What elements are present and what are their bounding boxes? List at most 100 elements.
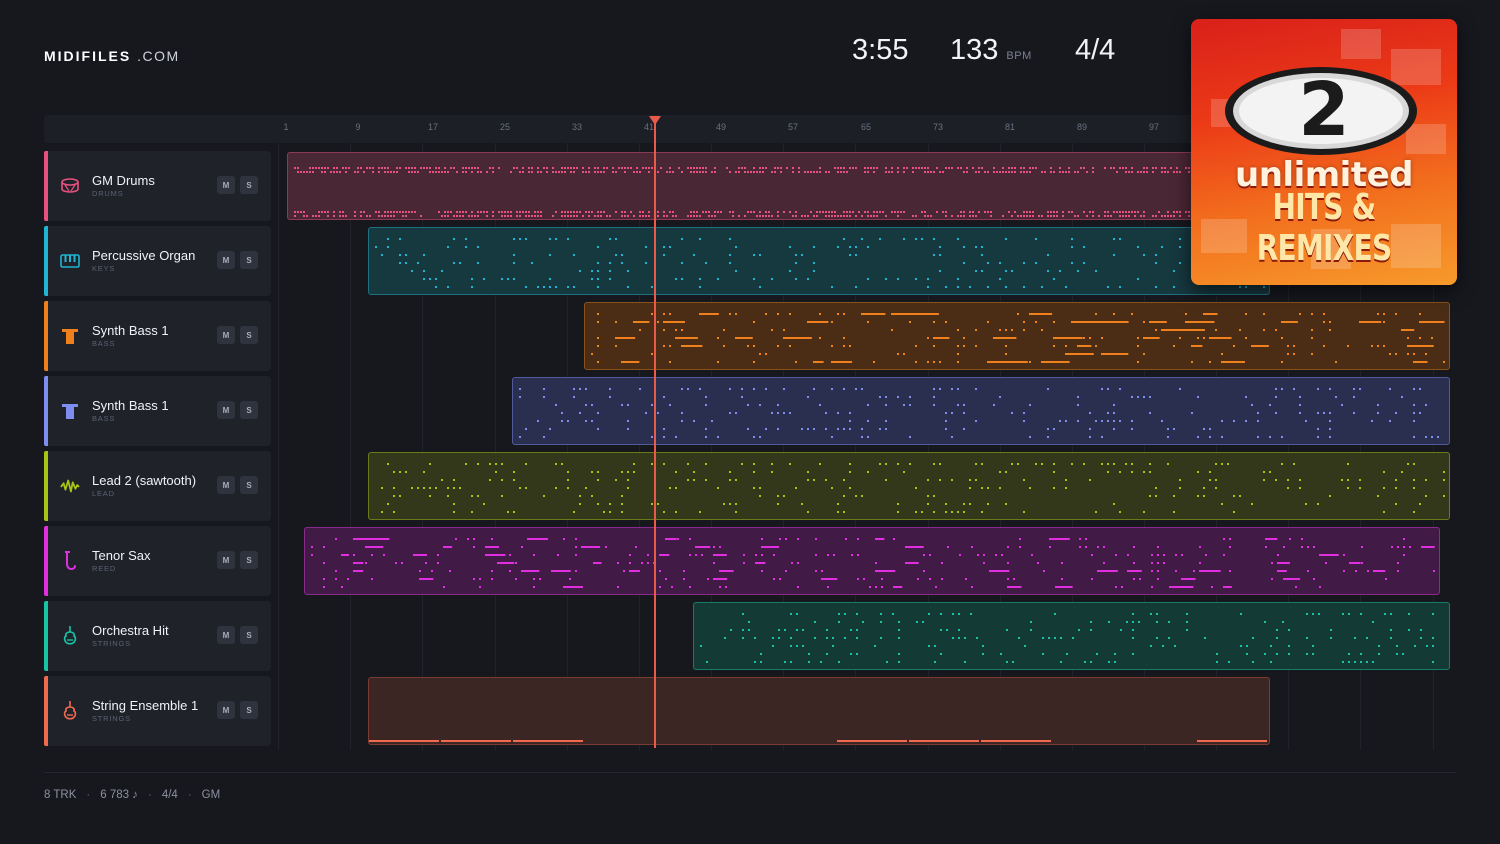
midi-note — [369, 215, 371, 217]
midi-note — [411, 487, 413, 489]
midi-note — [1146, 167, 1148, 169]
midi-note — [789, 345, 791, 347]
track-header-string-ensemble-1[interactable]: String Ensemble 1 STRINGS M S — [44, 676, 271, 746]
track-header-synth-bass-1-b[interactable]: Synth Bass 1 BASS M S — [44, 376, 271, 446]
midi-note — [729, 503, 731, 505]
midi-note — [341, 554, 350, 556]
clip-string-ensemble[interactable] — [368, 677, 1270, 745]
midi-note — [729, 254, 731, 256]
midi-note — [477, 171, 479, 173]
midi-note — [395, 562, 397, 564]
midi-note — [1413, 388, 1415, 390]
midi-note — [723, 503, 725, 505]
midi-note — [759, 487, 761, 489]
midi-note — [1119, 420, 1121, 422]
midi-note — [1251, 345, 1269, 347]
solo-button[interactable]: S — [240, 626, 258, 644]
midi-note — [876, 211, 878, 213]
midi-note — [711, 420, 713, 422]
clip-lead-sawtooth[interactable] — [368, 452, 1450, 520]
midi-note — [833, 554, 835, 556]
midi-note — [717, 436, 719, 438]
clip-percussive-organ[interactable] — [368, 227, 1270, 295]
mute-button[interactable]: M — [217, 701, 235, 719]
midi-note — [1116, 211, 1118, 213]
clip-synth-bass-orange[interactable] — [584, 302, 1450, 370]
midi-note — [1174, 645, 1176, 647]
track-header-percussive-organ[interactable]: Percussive Organ KEYS M S — [44, 226, 271, 296]
midi-note — [957, 286, 959, 288]
midi-note — [510, 211, 512, 213]
midi-note — [1091, 578, 1093, 580]
mute-button[interactable]: M — [217, 251, 235, 269]
midi-note — [1170, 167, 1172, 169]
mute-button[interactable]: M — [217, 176, 235, 194]
midi-note — [978, 167, 980, 169]
solo-button[interactable]: S — [240, 401, 258, 419]
clip-notes — [381, 463, 1445, 513]
midi-note — [429, 487, 431, 489]
track-category: STRINGS — [92, 714, 131, 723]
midi-note — [857, 554, 859, 556]
track-header-lead-2-sawtooth[interactable]: Lead 2 (sawtooth) LEAD M S — [44, 451, 271, 521]
midi-note — [1131, 167, 1133, 169]
midi-note — [957, 388, 959, 390]
midi-note — [621, 211, 623, 213]
midi-note — [1110, 215, 1112, 217]
solo-button[interactable]: S — [240, 176, 258, 194]
midi-note — [936, 167, 938, 169]
midi-note — [759, 167, 761, 169]
midi-note — [759, 353, 761, 355]
midi-note — [719, 586, 721, 588]
track-header-orchestra-hit[interactable]: Orchestra Hit STRINGS M S — [44, 601, 271, 671]
midi-note — [315, 167, 317, 169]
mute-button[interactable]: M — [217, 551, 235, 569]
track-header-gm-drums[interactable]: GM Drums DRUMS M S — [44, 151, 271, 221]
midi-note — [981, 487, 983, 489]
midi-note — [711, 215, 713, 217]
clip-tenor-sax[interactable] — [304, 527, 1440, 595]
track-header-synth-bass-1[interactable]: Synth Bass 1 BASS M S — [44, 301, 271, 371]
midi-note — [1377, 412, 1379, 414]
midi-note — [1173, 511, 1175, 513]
clip-orchestra-hit[interactable] — [693, 602, 1450, 670]
midi-note — [929, 578, 931, 580]
midi-note — [777, 313, 779, 315]
midi-note — [1209, 436, 1211, 438]
clip-gm-drums[interactable] — [287, 152, 1197, 220]
solo-button[interactable]: S — [240, 476, 258, 494]
midi-note — [486, 211, 488, 213]
midi-note — [849, 211, 851, 213]
solo-button[interactable]: S — [240, 251, 258, 269]
midi-note — [1335, 361, 1337, 363]
midi-note — [1347, 487, 1349, 489]
midi-note — [465, 171, 467, 173]
clip-synth-bass-blue[interactable] — [512, 377, 1450, 445]
mute-button[interactable]: M — [217, 401, 235, 419]
solo-button[interactable]: S — [240, 701, 258, 719]
midi-note — [491, 578, 493, 580]
midi-note — [933, 511, 935, 513]
midi-note — [887, 570, 889, 572]
midi-note — [1312, 653, 1314, 655]
midi-note — [790, 645, 792, 647]
solo-button[interactable]: S — [240, 551, 258, 569]
midi-note — [1199, 562, 1201, 564]
midi-note — [1011, 361, 1028, 363]
midi-note — [581, 546, 601, 548]
solo-button[interactable]: S — [240, 326, 258, 344]
album-logo: 2 — [1298, 67, 1350, 153]
playhead[interactable] — [654, 122, 656, 748]
mute-button[interactable]: M — [217, 326, 235, 344]
midi-note — [629, 570, 640, 572]
mute-button[interactable]: M — [217, 626, 235, 644]
track-header-tenor-sax[interactable]: Tenor Sax REED M S — [44, 526, 271, 596]
midi-note — [393, 211, 395, 213]
midi-note — [1288, 629, 1290, 631]
midi-note — [753, 487, 755, 489]
midi-note — [975, 463, 977, 465]
mute-button[interactable]: M — [217, 476, 235, 494]
midi-note — [471, 171, 473, 173]
midi-note — [575, 546, 577, 548]
midi-note — [699, 215, 701, 217]
